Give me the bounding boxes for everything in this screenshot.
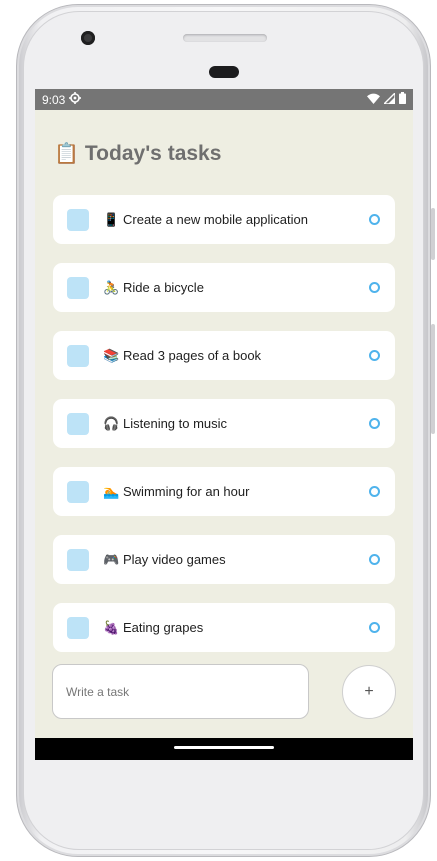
- task-label: Eating grapes: [123, 620, 204, 635]
- game-controller-emoji-icon: 🎮: [103, 552, 120, 567]
- app-screen: 9:03 📋 Today's tasks 📱 Create a new mobi…: [35, 89, 413, 760]
- task-circle-icon[interactable]: [369, 350, 380, 361]
- task-circle-icon[interactable]: [369, 554, 380, 565]
- swimmer-emoji-icon: 🏊: [103, 484, 120, 499]
- task-square-icon: [67, 276, 89, 299]
- battery-icon: [399, 92, 406, 107]
- task-label: Ride a bicycle: [123, 280, 204, 295]
- power-button: [431, 208, 435, 260]
- grapes-emoji-icon: 🍇: [103, 620, 120, 635]
- phone-emoji-icon: 📱: [103, 212, 120, 227]
- task-square-icon: [67, 344, 89, 367]
- status-time: 9:03: [42, 92, 66, 107]
- task-item[interactable]: 🎧 Listening to music: [53, 399, 395, 448]
- task-circle-icon[interactable]: [369, 418, 380, 429]
- task-circle-icon[interactable]: [369, 622, 380, 633]
- task-circle-icon[interactable]: [369, 486, 380, 497]
- task-label: Swimming for an hour: [123, 484, 250, 499]
- page-title: Today's tasks: [84, 142, 222, 165]
- task-label: Read 3 pages of a book: [123, 348, 262, 363]
- front-camera: [81, 31, 95, 45]
- proximity-sensor: [209, 66, 239, 78]
- task-item[interactable]: 🍇 Eating grapes: [53, 603, 395, 652]
- task-label: Create a new mobile application: [123, 212, 308, 227]
- page-header: 📋 Today's tasks: [54, 140, 221, 168]
- task-label: Play video games: [123, 552, 226, 567]
- navigation-bar: [35, 738, 413, 760]
- task-square-icon: [67, 548, 89, 571]
- volume-button: [431, 324, 435, 434]
- earpiece-speaker: [183, 34, 267, 42]
- status-icons: [367, 90, 406, 107]
- plus-icon: +: [364, 683, 374, 700]
- task-item[interactable]: 🏊 Swimming for an hour: [53, 467, 395, 516]
- task-item[interactable]: 🎮 Play video games: [53, 535, 395, 584]
- books-emoji-icon: 📚: [103, 348, 120, 363]
- task-square-icon: [67, 480, 89, 503]
- wifi-icon: [367, 93, 380, 107]
- task-item[interactable]: 🚴 Ride a bicycle: [53, 263, 395, 312]
- task-circle-icon[interactable]: [369, 282, 380, 293]
- bicycle-emoji-icon: 🚴: [103, 280, 120, 295]
- task-input[interactable]: [52, 664, 309, 719]
- task-item[interactable]: 📱 Create a new mobile application: [53, 195, 395, 244]
- headphones-emoji-icon: 🎧: [103, 416, 120, 431]
- add-task-button[interactable]: +: [342, 665, 396, 719]
- settings-gear-icon: [69, 92, 82, 107]
- task-square-icon: [67, 616, 89, 639]
- task-square-icon: [67, 412, 89, 435]
- task-label: Listening to music: [123, 416, 228, 431]
- cell-signal-icon: [382, 90, 396, 107]
- status-bar: 9:03: [35, 89, 413, 110]
- home-gesture-handle[interactable]: [174, 746, 274, 749]
- task-circle-icon[interactable]: [369, 214, 380, 225]
- clipboard-icon: 📋: [54, 143, 79, 165]
- task-item[interactable]: 📚 Read 3 pages of a book: [53, 331, 395, 380]
- task-square-icon: [67, 208, 89, 231]
